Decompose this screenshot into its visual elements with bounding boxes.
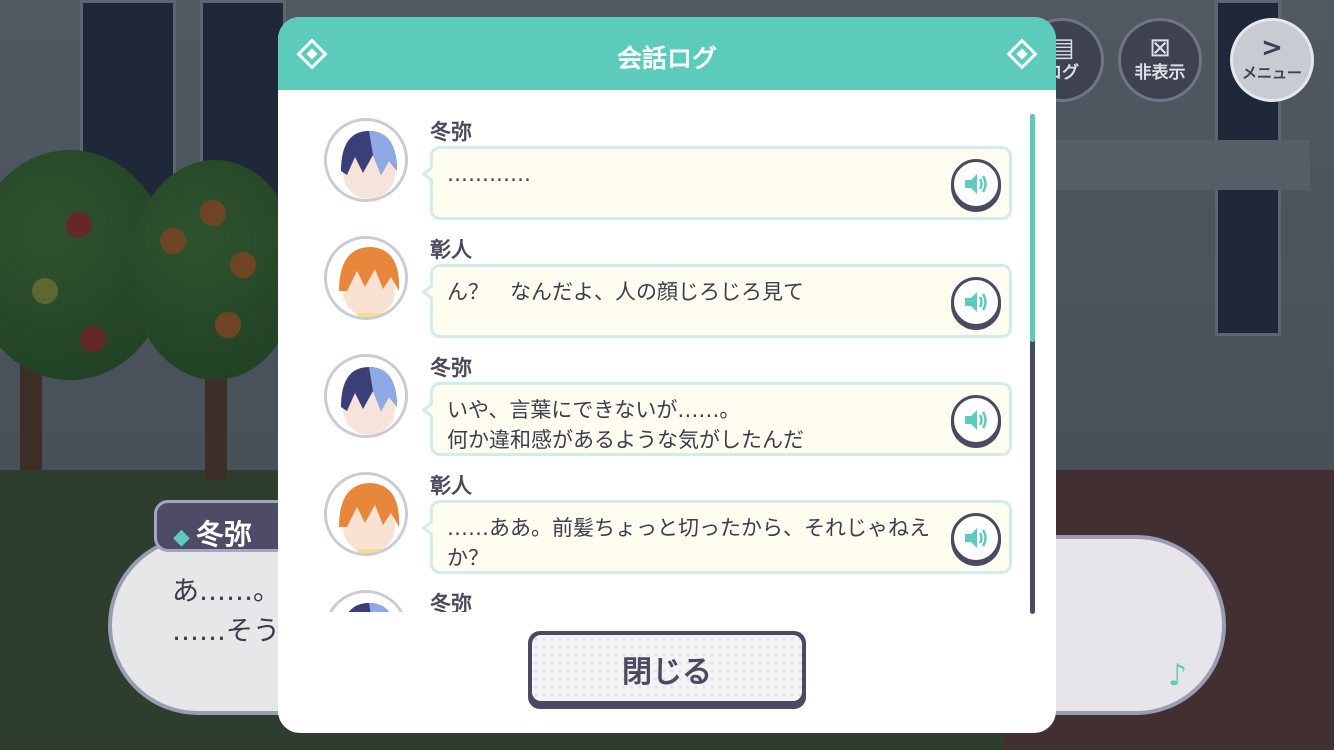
speaker-icon — [965, 292, 987, 312]
speaker-name: 彰人 — [430, 474, 472, 498]
hide-ui-button[interactable]: ⊠ 非表示 — [1118, 18, 1202, 102]
message-text: ………… — [447, 162, 531, 186]
modal-header: 会話ログ — [278, 17, 1056, 90]
avatar-akito — [324, 472, 408, 556]
voice-replay-button[interactable] — [951, 159, 1001, 209]
speaker-name: 冬弥 — [430, 120, 472, 144]
log-scrollbar-thumb[interactable] — [1030, 114, 1035, 342]
chevron-right-icon: > — [1261, 33, 1283, 63]
speaker-icon — [965, 528, 987, 548]
close-button-label: 閉じる — [622, 655, 712, 690]
log-entry: 彰人 ん？ なんだよ、人の顔じろじろ見て — [278, 208, 1018, 338]
avatar-toya — [324, 590, 408, 612]
avatar-akito — [324, 236, 408, 320]
music-note-icon: ♪ — [1168, 658, 1188, 693]
log-entry: 冬弥 いや、言葉にできないが……。 何か違和感があるような気がしたんだ — [278, 326, 1018, 456]
log-entry: 彰人 ……ああ。前髪ちょっと切ったから、それじゃねえか？ — [278, 444, 1018, 574]
menu-button[interactable]: > メニュー — [1230, 18, 1314, 102]
avatar-toya — [324, 118, 408, 202]
close-button[interactable]: 閉じる — [528, 631, 806, 709]
log-entry: 冬弥 ………… — [278, 90, 1018, 220]
message-text: ん？ なんだよ、人の顔じろじろ見て — [447, 280, 804, 304]
dialogue-line: あ……。 — [172, 576, 280, 607]
voice-replay-button[interactable] — [951, 513, 1001, 563]
hide-button-label: 非表示 — [1134, 63, 1186, 83]
dialogue-line: ……そう — [172, 616, 280, 647]
speaker-name: 冬弥 — [195, 518, 252, 551]
conversation-log-modal: 会話ログ 冬弥 ………… 彰人 ん？ なんだよ、人の顔じろじろ見て 冬弥 いや、… — [278, 17, 1056, 733]
modal-title: 会話ログ — [616, 44, 717, 73]
avatar-toya — [324, 354, 408, 438]
speaker-name: 冬弥 — [430, 592, 472, 612]
diamond-icon: ◆ — [173, 525, 190, 550]
log-entry: 冬弥 — [278, 562, 1018, 612]
speaker-name: 彰人 — [430, 238, 472, 262]
speaker-name: 冬弥 — [430, 356, 472, 380]
voice-replay-button[interactable] — [951, 277, 1001, 327]
log-scroll-area[interactable]: 冬弥 ………… 彰人 ん？ なんだよ、人の顔じろじろ見て 冬弥 いや、言葉にでき… — [278, 90, 1056, 612]
voice-replay-button[interactable] — [951, 395, 1001, 445]
speaker-icon — [965, 410, 987, 430]
menu-button-label: メニュー — [1241, 64, 1302, 82]
speaker-icon — [965, 174, 987, 194]
